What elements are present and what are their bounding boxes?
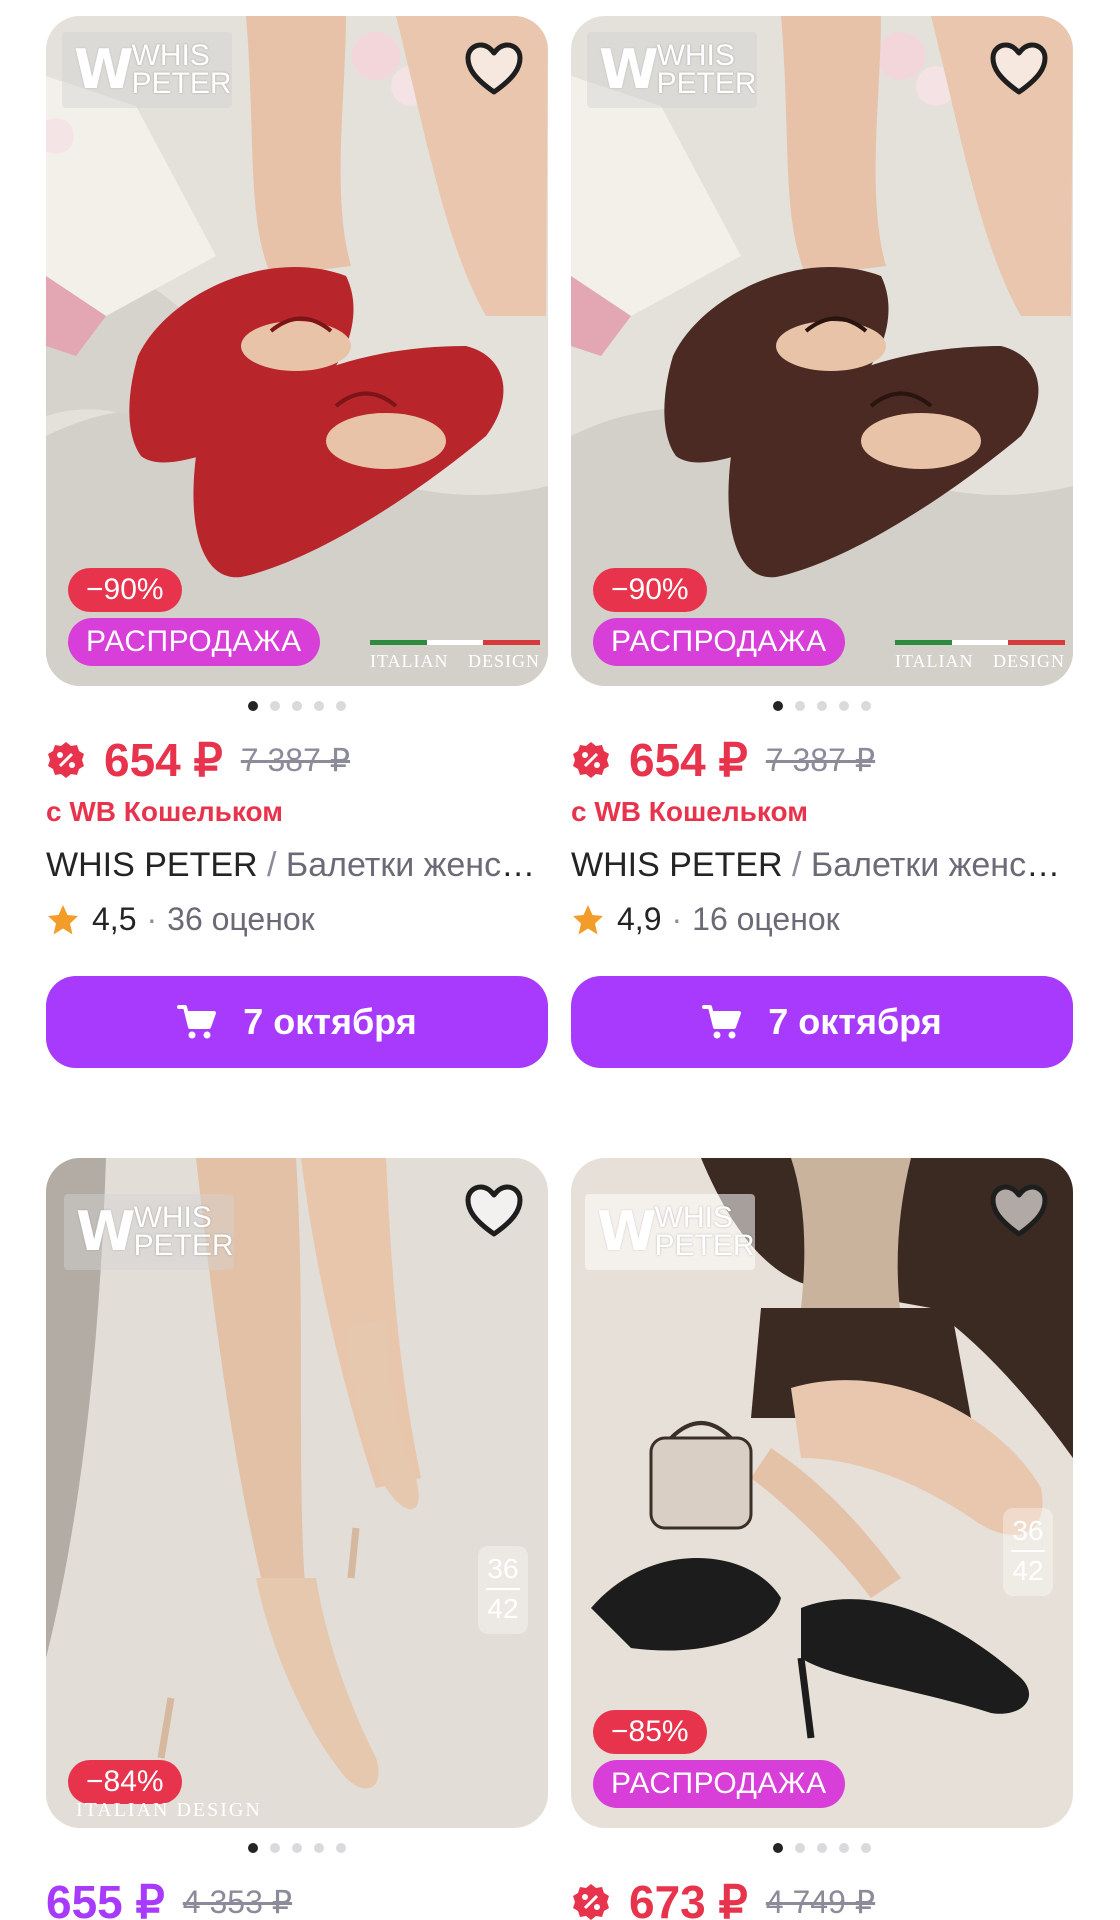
wallet-discount-icon <box>48 742 84 778</box>
product-title[interactable]: WHIS PETER / Балетки женские <box>46 846 548 885</box>
product-name: Балетки женские <box>810 846 1073 884</box>
sale-badge: РАСПРОДАЖА <box>593 618 845 666</box>
italian-design-label: ITALIAN DESIGN <box>76 1799 262 1821</box>
price-row: 673 ₽ 4 749 ₽ <box>571 1874 1073 1920</box>
reviews-count: 16 оценок <box>692 901 840 937</box>
price-row: 655 ₽ 4 353 ₽ <box>46 1874 548 1920</box>
old-price: 7 387 ₽ <box>765 742 876 778</box>
logo-text: WHIS PETER <box>133 1201 234 1262</box>
image-pagination <box>571 1842 1073 1854</box>
image-pagination <box>571 700 1073 712</box>
brand-name: WHIS PETER <box>571 846 783 884</box>
price-row: 654 ₽ 7 387 ₽ <box>571 732 1073 788</box>
logo-mark: W <box>599 38 658 101</box>
add-to-cart-button[interactable]: 7 октября <box>46 976 548 1068</box>
rating-value: 4,5 <box>92 901 137 937</box>
sale-badge: РАСПРОДАЖА <box>68 618 320 666</box>
rating-row: 4,9 · 16 оценок <box>571 901 1073 938</box>
price-row: 654 ₽ 7 387 ₽ <box>46 732 548 788</box>
favorite-button[interactable] <box>981 32 1057 108</box>
favorite-button[interactable] <box>456 32 532 108</box>
italian-design-label: ITALIAN DESIGN <box>895 640 1066 676</box>
cart-icon <box>702 1005 742 1039</box>
rating-value: 4,9 <box>617 901 662 937</box>
image-pagination <box>46 700 548 712</box>
wallet-discount-icon <box>573 742 609 778</box>
brand-logo: W WHIS PETER <box>62 32 232 108</box>
delivery-date: 7 октября <box>243 1001 417 1042</box>
cart-icon <box>177 1005 217 1039</box>
product-card[interactable]: W WHIS PETER 36 42 −85% РАСПРОДАЖА 673 ₽… <box>571 1158 1073 1920</box>
price: 654 ₽ <box>104 734 223 786</box>
logo-text: WHIS PETER <box>654 1201 755 1262</box>
italian-design-label: ITALIAN DESIGN <box>370 640 541 676</box>
brand-logo: W WHIS PETER <box>64 1194 234 1270</box>
heart-icon <box>990 1184 1048 1237</box>
old-price: 4 353 ₽ <box>182 1884 293 1920</box>
product-photo[interactable]: W WHIS PETER 36 42 −85% РАСПРОДАЖА <box>571 1158 1073 1828</box>
heart-icon <box>990 42 1048 95</box>
discount-badge: −90% <box>593 568 707 612</box>
favorite-button[interactable] <box>456 1174 532 1250</box>
logo-mark: W <box>74 38 133 101</box>
price: 654 ₽ <box>629 734 748 786</box>
logo-mark: W <box>597 1200 656 1263</box>
size-range-badge: 36 42 <box>1003 1508 1053 1596</box>
star-icon <box>573 904 603 934</box>
rating-row: 4,5 · 36 оценок <box>46 901 548 938</box>
wallet-label: с WB Кошельком <box>46 796 283 827</box>
logo-text: WHIS PETER <box>131 39 232 100</box>
wallet-label: с WB Кошельком <box>571 796 808 827</box>
product-name: Балетки женские <box>285 846 548 884</box>
logo-mark: W <box>76 1200 135 1263</box>
delivery-date: 7 октября <box>768 1001 942 1042</box>
product-photo[interactable]: W WHIS PETER 36 42 −84% ITALIAN DESIGN <box>46 1158 548 1828</box>
product-photo[interactable]: W WHIS PETER −90% РАСПРОДАЖА ITALIAN DESI… <box>571 16 1073 686</box>
discount-badge: −84% <box>68 1760 182 1804</box>
logo-text: WHIS PETER <box>656 39 757 100</box>
brand-logo: W WHIS PETER <box>587 32 757 108</box>
heart-icon <box>465 42 523 95</box>
product-card[interactable]: W WHIS PETER −90% РАСПРОДАЖА ITALIAN DESI… <box>46 16 548 1068</box>
brand-name: WHIS PETER <box>46 846 258 884</box>
old-price: 7 387 ₽ <box>240 742 351 778</box>
sale-badge: РАСПРОДАЖА <box>593 1760 845 1808</box>
size-range-badge: 36 42 <box>478 1546 528 1634</box>
heart-icon <box>465 1184 523 1237</box>
discount-badge: −85% <box>593 1710 707 1754</box>
add-to-cart-button[interactable]: 7 октября <box>571 976 1073 1068</box>
product-photo[interactable]: W WHIS PETER −90% РАСПРОДАЖА ITALIAN DESI… <box>46 16 548 686</box>
reviews-count: 36 оценок <box>167 901 315 937</box>
old-price: 4 749 ₽ <box>765 1884 876 1920</box>
wallet-discount-icon <box>573 1884 609 1920</box>
favorite-button[interactable] <box>981 1174 1057 1250</box>
price: 655 ₽ <box>46 1876 165 1920</box>
product-card[interactable]: W WHIS PETER −90% РАСПРОДАЖА ITALIAN DESI… <box>571 16 1073 1068</box>
image-pagination <box>46 1842 548 1854</box>
brand-logo: W WHIS PETER <box>585 1194 755 1270</box>
discount-badge: −90% <box>68 568 182 612</box>
star-icon <box>48 904 78 934</box>
product-card[interactable]: W WHIS PETER 36 42 −84% ITALIAN DESIGN 6… <box>46 1158 548 1920</box>
price: 673 ₽ <box>629 1876 748 1920</box>
product-title[interactable]: WHIS PETER / Балетки женские <box>571 846 1073 885</box>
